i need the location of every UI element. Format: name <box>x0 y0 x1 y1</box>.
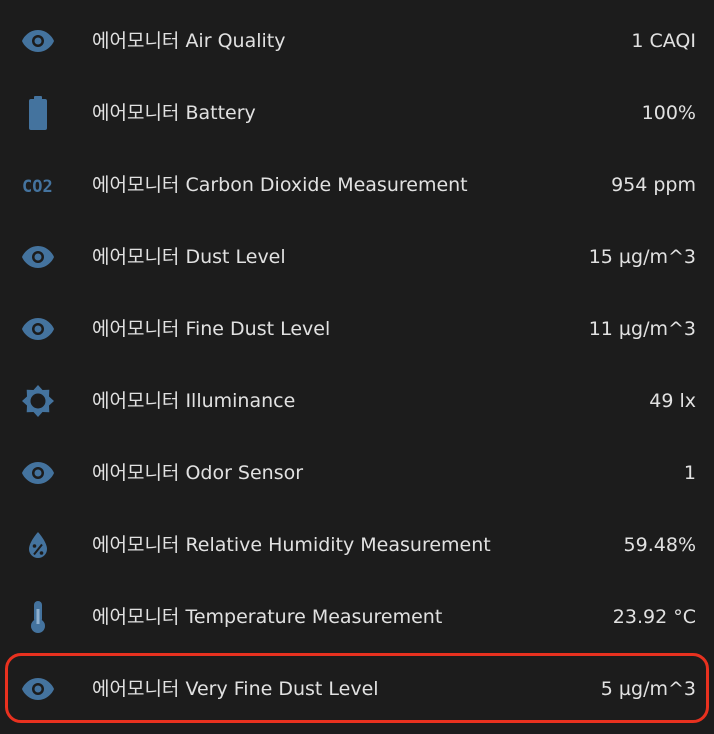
entity-name: 에어모니터 Battery <box>92 102 256 124</box>
water-percent-icon <box>20 527 56 563</box>
entity-row-carbon-dioxide[interactable]: CO2 에어모니터 Carbon Dioxide Measurement 954… <box>0 149 714 221</box>
entity-name: 에어모니터 Carbon Dioxide Measurement <box>92 174 468 196</box>
entity-list: 에어모니터 Air Quality 1 CAQI 에어모니터 Battery 1… <box>0 5 714 725</box>
eye-icon <box>20 455 56 491</box>
entity-name: 에어모니터 Odor Sensor <box>92 462 304 484</box>
eye-icon <box>20 671 56 707</box>
entity-value: 15 µg/m^3 <box>588 246 696 268</box>
entity-name: 에어모니터 Fine Dust Level <box>92 318 331 340</box>
entity-row-relative-humidity[interactable]: 에어모니터 Relative Humidity Measurement 59.4… <box>0 509 714 581</box>
entity-name: 에어모니터 Relative Humidity Measurement <box>92 534 491 556</box>
entity-row-battery[interactable]: 에어모니터 Battery 100% <box>0 77 714 149</box>
eye-icon <box>20 239 56 275</box>
entity-value: 59.48% <box>623 534 696 556</box>
thermometer-icon <box>20 599 56 635</box>
entity-row-very-fine-dust-level[interactable]: 에어모니터 Very Fine Dust Level 5 µg/m^3 <box>0 653 714 725</box>
eye-icon <box>20 23 56 59</box>
svg-text:CO2: CO2 <box>22 177 53 197</box>
entity-value: 11 µg/m^3 <box>588 318 696 340</box>
entity-row-illuminance[interactable]: 에어모니터 Illuminance 49 lx <box>0 365 714 437</box>
entity-row-air-quality[interactable]: 에어모니터 Air Quality 1 CAQI <box>0 5 714 77</box>
battery-icon <box>20 95 56 131</box>
entity-value: 5 µg/m^3 <box>600 678 696 700</box>
entity-name: 에어모니터 Dust Level <box>92 246 286 268</box>
entity-row-fine-dust-level[interactable]: 에어모니터 Fine Dust Level 11 µg/m^3 <box>0 293 714 365</box>
entity-name: 에어모니터 Very Fine Dust Level <box>92 678 379 700</box>
eye-icon <box>20 311 56 347</box>
entity-value: 954 ppm <box>611 174 696 196</box>
entity-name: 에어모니터 Air Quality <box>92 30 286 52</box>
entity-value: 1 <box>683 462 696 484</box>
entity-name: 에어모니터 Illuminance <box>92 390 296 412</box>
entity-value: 1 CAQI <box>631 30 696 52</box>
entity-value: 100% <box>641 102 696 124</box>
co2-icon: CO2 <box>20 167 56 203</box>
entity-row-temperature[interactable]: 에어모니터 Temperature Measurement 23.92 °C <box>0 581 714 653</box>
entity-row-dust-level[interactable]: 에어모니터 Dust Level 15 µg/m^3 <box>0 221 714 293</box>
brightness-icon <box>20 383 56 419</box>
entity-value: 49 lx <box>649 390 696 412</box>
entity-row-odor-sensor[interactable]: 에어모니터 Odor Sensor 1 <box>0 437 714 509</box>
entity-name: 에어모니터 Temperature Measurement <box>92 606 443 628</box>
entity-value: 23.92 °C <box>612 606 696 628</box>
